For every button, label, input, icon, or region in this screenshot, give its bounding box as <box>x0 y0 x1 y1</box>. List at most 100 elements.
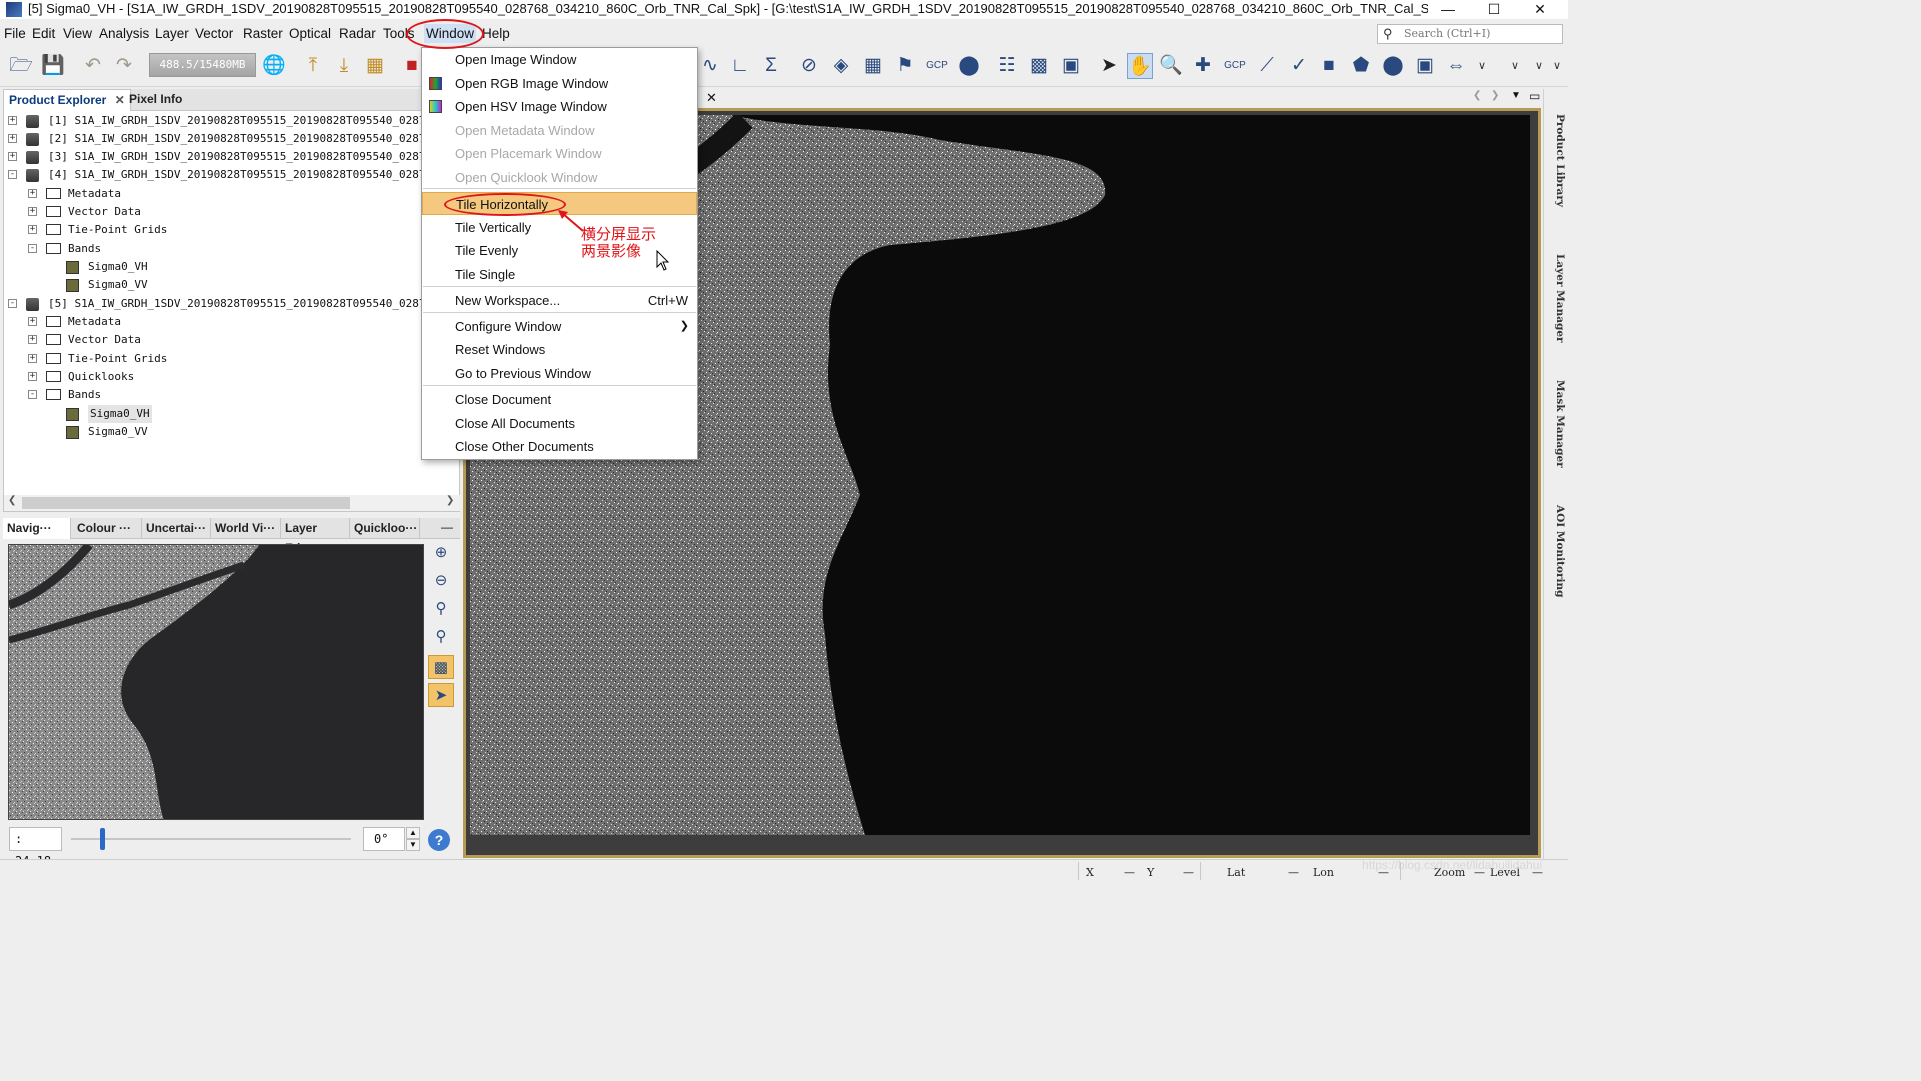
undo-icon[interactable]: ↶ <box>80 53 106 79</box>
pan-tool-icon[interactable]: ✋ <box>1127 53 1153 79</box>
sync-views-icon[interactable]: ▩ <box>428 655 454 679</box>
import-icon[interactable]: ⤒ <box>300 53 326 79</box>
toolbar-overflow-icon-4[interactable]: ∨ <box>1548 53 1566 79</box>
rotation-spinner-down-icon[interactable]: ▼ <box>406 839 420 851</box>
menu-item-open-rgb-image-window[interactable]: Open RGB Image Window <box>422 72 697 95</box>
menu-item-open-image-window[interactable]: Open Image Window <box>422 48 697 71</box>
tree-item-vector-data[interactable]: Vector Data <box>68 203 141 221</box>
tree-expand-toggle-icon[interactable]: + <box>28 189 37 198</box>
rectangle-tool-icon[interactable]: ■ <box>1316 53 1342 79</box>
redo-icon[interactable]: ↷ <box>111 53 137 79</box>
sidebar-layer-manager[interactable]: Layer Manager <box>1546 254 1566 343</box>
sidebar-product-library[interactable]: Product Library <box>1546 114 1566 207</box>
tree-expand-toggle-icon[interactable]: + <box>28 317 37 326</box>
tree-item-tie-point-grids[interactable]: Tie-Point Grids <box>68 350 167 368</box>
tree-item-product-5[interactable]: [5] S1A_IW_GRDH_1SDV_20190828T095515_201… <box>48 295 452 313</box>
menu-edit[interactable]: Edit <box>32 26 55 41</box>
menu-item-go-to-previous-window[interactable]: Go to Previous Window <box>422 362 697 385</box>
tab-colour[interactable]: Colour ··· <box>73 518 142 539</box>
tree-expand-toggle-icon[interactable]: + <box>28 225 37 234</box>
editor-scroll-right-icon[interactable]: ❯ <box>1491 90 1499 101</box>
export-icon[interactable]: ⤓ <box>331 53 357 79</box>
polyline-tool-icon[interactable]: ✓ <box>1286 53 1312 79</box>
zoom-tool-icon[interactable]: 🔍 <box>1158 53 1184 79</box>
menu-item-open-quicklook-window[interactable]: Open Quicklook Window <box>422 166 697 189</box>
layers-icon[interactable]: ◈ <box>828 53 854 79</box>
zoom-out-icon[interactable]: ⊖ <box>428 569 454 593</box>
tree-expand-toggle-icon[interactable]: - <box>28 244 37 253</box>
menu-item-open-placemark-window[interactable]: Open Placemark Window <box>422 142 697 165</box>
menu-item-reset-windows[interactable]: Reset Windows <box>422 338 697 361</box>
search-input[interactable]: ⚲ Search (Ctrl+I) <box>1377 24 1563 44</box>
tree-expand-toggle-icon[interactable]: + <box>28 372 37 381</box>
sidebar-mask-manager[interactable]: Mask Manager <box>1546 380 1566 468</box>
sync-cursor-icon[interactable]: ➤ <box>428 683 454 707</box>
ellipse-icon[interactable]: ⬤ <box>956 53 982 79</box>
scale-slider-thumb[interactable] <box>100 828 105 850</box>
tree-item-product-2[interactable]: [2] S1A_IW_GRDH_1SDV_20190828T095515_201… <box>48 130 452 148</box>
scale-slider-track[interactable] <box>71 838 351 840</box>
tree-expand-toggle-icon[interactable]: - <box>28 390 37 399</box>
scroll-left-icon[interactable]: ❮ <box>8 495 16 506</box>
tree-item-product-3[interactable]: [3] S1A_IW_GRDH_1SDV_20190828T095515_201… <box>48 148 452 166</box>
sidebar-aoi-monitoring[interactable]: AOI Monitoring <box>1546 505 1566 597</box>
menu-item-close-all-documents[interactable]: Close All Documents <box>422 412 697 435</box>
tab-layer-editor[interactable]: Layer Ed··· <box>281 518 350 555</box>
pin-icon[interactable]: ⚑ <box>892 53 918 79</box>
editor-maximize-icon[interactable]: ▭ <box>1529 89 1540 103</box>
save-product-icon[interactable]: 💾 <box>40 53 66 79</box>
menu-file[interactable]: File <box>4 26 26 41</box>
minimize-button[interactable]: — <box>1425 0 1471 19</box>
tab-product-explorer[interactable]: Product Explorer ✕ <box>3 89 131 111</box>
scroll-right-icon[interactable]: ❯ <box>446 495 454 506</box>
tree-expand-toggle-icon[interactable]: - <box>8 299 17 308</box>
band-maths-icon[interactable]: ▦ <box>362 53 388 79</box>
editor-list-icon[interactable]: ▼ <box>1511 90 1521 101</box>
tree-item-metadata[interactable]: Metadata <box>68 185 121 203</box>
tree-item-vector-data[interactable]: Vector Data <box>68 331 141 349</box>
line-tool-icon[interactable]: ⟋ <box>1254 53 1280 79</box>
gcp-icon[interactable]: GCP <box>924 53 950 79</box>
graph-builder-icon[interactable]: ☷ <box>994 53 1020 79</box>
statistics-icon[interactable]: Σ <box>758 53 784 79</box>
menu-vector[interactable]: Vector <box>195 26 233 41</box>
tab-quicklook[interactable]: Quickloo··· <box>350 518 420 539</box>
magic-wand-icon[interactable]: ▣ <box>1412 53 1438 79</box>
spectrum-icon[interactable]: ∿ <box>697 53 723 79</box>
tab-pixel-info[interactable]: Pixel Info <box>124 89 187 111</box>
tree-item-product-1[interactable]: [1] S1A_IW_GRDH_1SDV_20190828T095515_201… <box>48 112 452 130</box>
tree-item-bands[interactable]: Bands <box>68 240 101 258</box>
tree-expand-toggle-icon[interactable]: + <box>28 335 37 344</box>
tree-expand-toggle-icon[interactable]: - <box>8 170 17 179</box>
gcp-tool-icon[interactable]: GCP <box>1222 53 1248 79</box>
tab-world-view[interactable]: World Vi··· <box>211 518 281 539</box>
toolbar-overflow-icon[interactable]: ∨ <box>1469 53 1495 79</box>
tree-item-band-sigma0-vh[interactable]: Sigma0_VH <box>88 405 152 423</box>
tree-expand-toggle-icon[interactable]: + <box>28 354 37 363</box>
select-tool-icon[interactable]: ➤ <box>1096 53 1122 79</box>
menu-analysis[interactable]: Analysis <box>99 26 149 41</box>
menu-view[interactable]: View <box>63 26 92 41</box>
tree-item-tie-point-grids[interactable]: Tie-Point Grids <box>68 221 167 239</box>
rotation-field[interactable]: 0° <box>363 827 405 851</box>
help-icon[interactable]: ? <box>428 829 450 851</box>
menu-help[interactable]: Help <box>482 26 510 41</box>
menu-radar[interactable]: Radar <box>339 26 376 41</box>
navigation-overview-image[interactable] <box>8 544 424 820</box>
editor-scroll-left-icon[interactable]: ❮ <box>1473 90 1481 101</box>
tree-expand-toggle-icon[interactable]: + <box>8 116 17 125</box>
explorer-scroll-thumb[interactable] <box>22 497 350 509</box>
scatter-plot-icon[interactable]: ∟ <box>727 53 753 79</box>
tab-uncertainty[interactable]: Uncertai··· <box>142 518 211 539</box>
maximize-button[interactable]: ☐ <box>1471 0 1517 19</box>
menu-item-open-metadata-window[interactable]: Open Metadata Window <box>422 119 697 142</box>
globe-icon[interactable]: 🌐 <box>261 53 287 79</box>
minimize-panel-button[interactable]: — <box>441 520 453 534</box>
close-window-button[interactable]: ✕ <box>1517 0 1563 19</box>
menu-layer[interactable]: Layer <box>155 26 189 41</box>
rotation-spinner-up-icon[interactable]: ▲ <box>406 827 420 839</box>
zoom-all-icon[interactable]: ⚲ <box>428 625 454 649</box>
memory-indicator[interactable]: 488.5/15480MB <box>149 53 256 77</box>
tree-item-bands[interactable]: Bands <box>68 386 101 404</box>
menu-item-new-workspace[interactable]: New Workspace... Ctrl+W <box>422 289 697 312</box>
